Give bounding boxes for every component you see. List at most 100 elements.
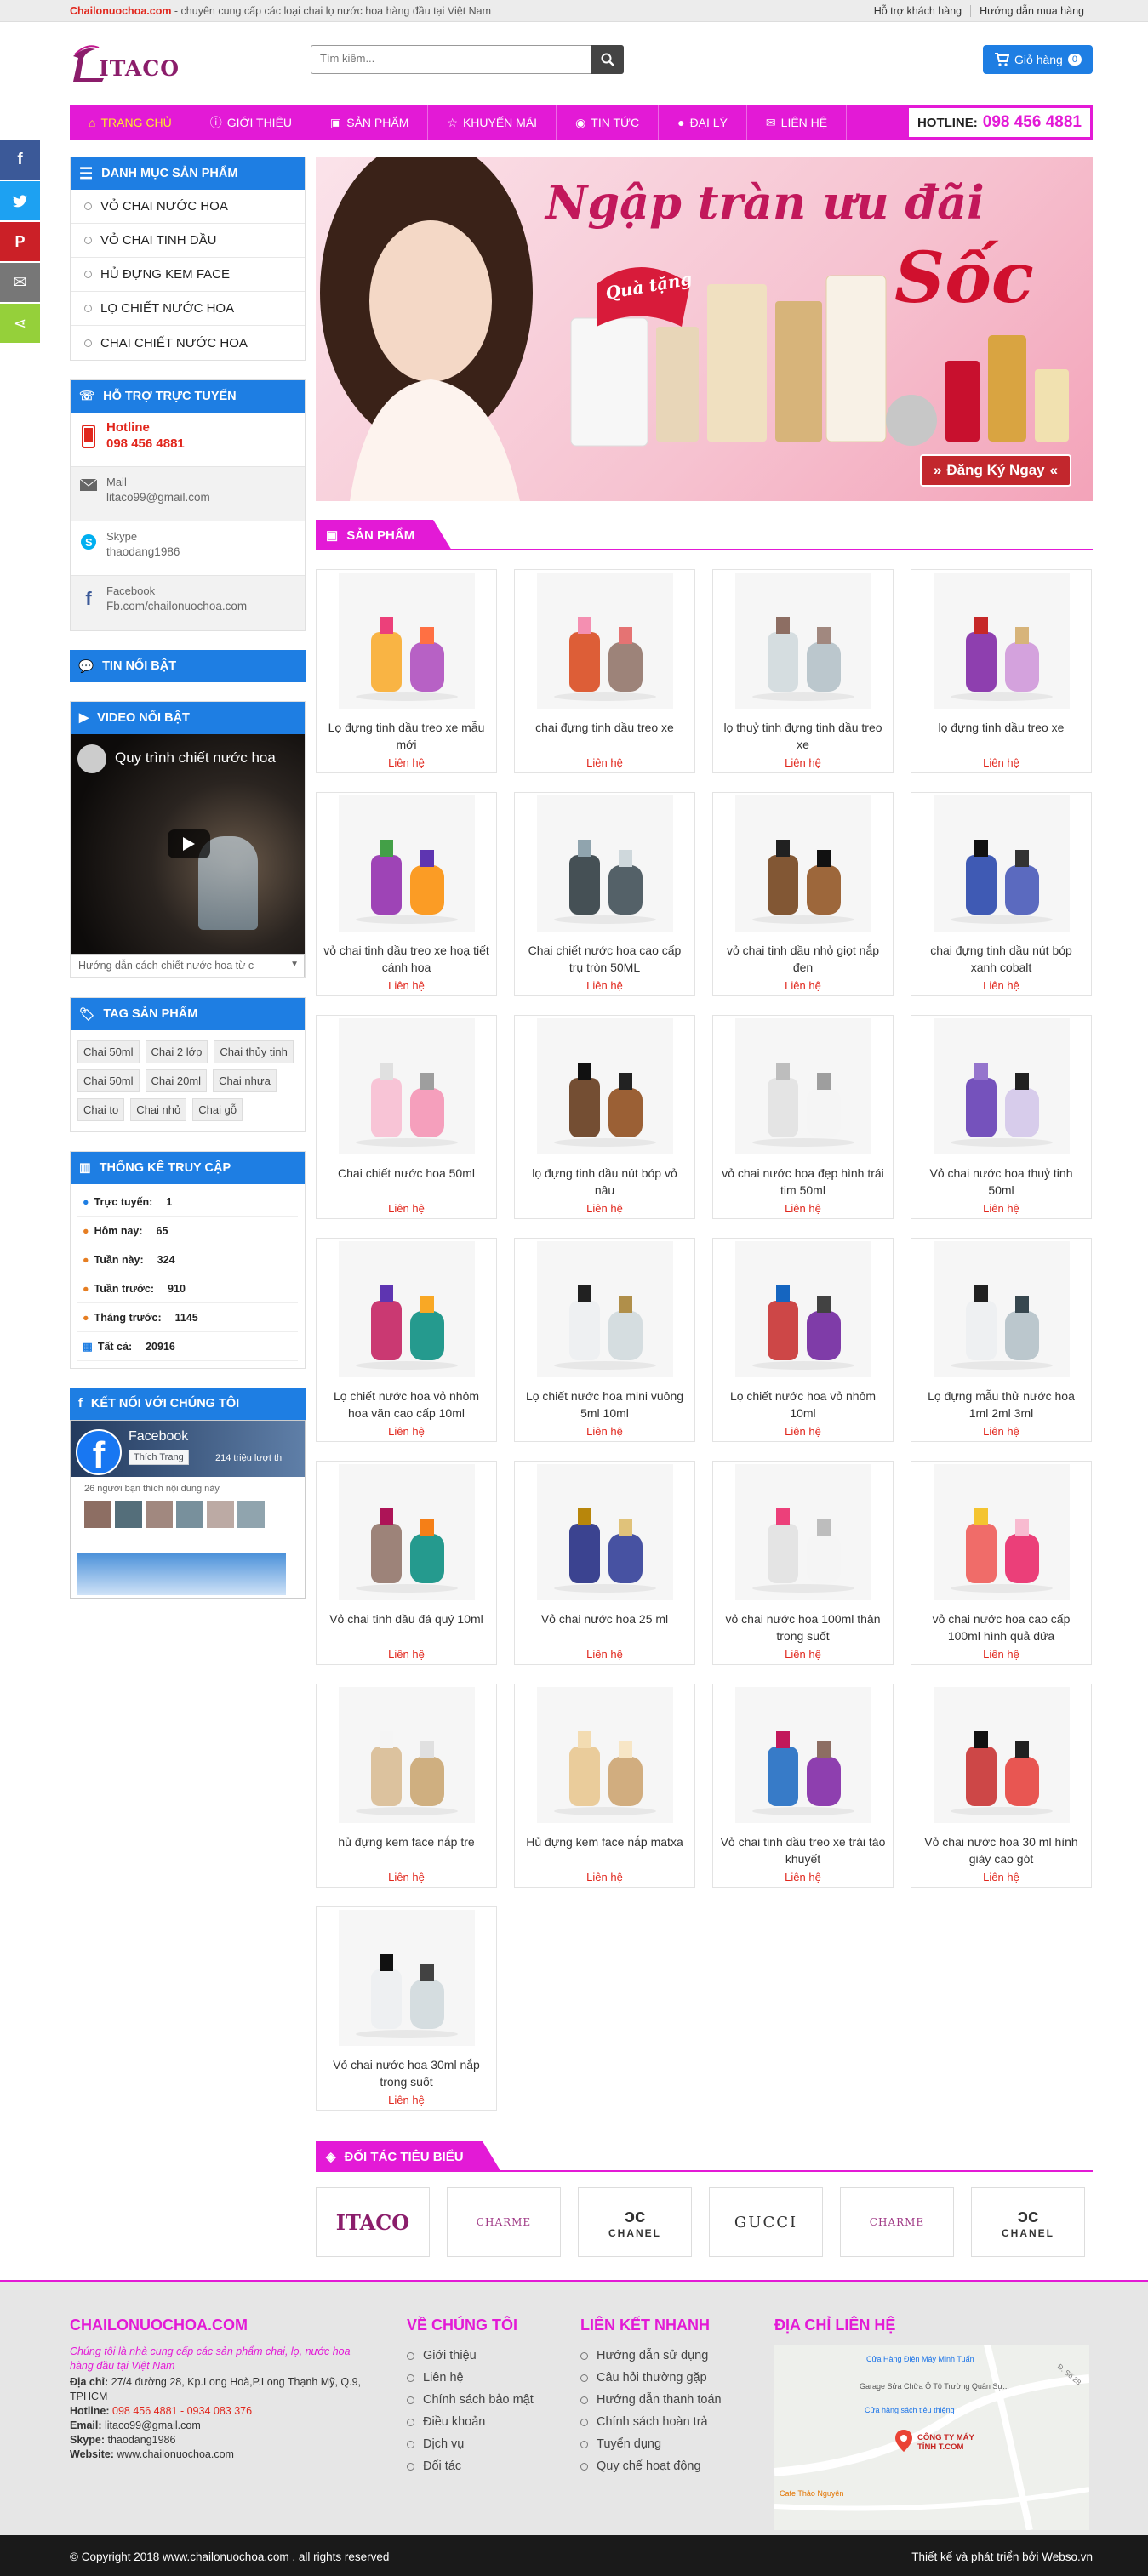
- footer-link[interactable]: Tuyển dụng: [580, 2433, 722, 2455]
- tag-chip[interactable]: Chai nhựa: [213, 1069, 277, 1092]
- product-name[interactable]: lọ đựng tinh dầu nút bóp vỏ nâu: [515, 1165, 694, 1199]
- product-image[interactable]: [933, 573, 1070, 709]
- category-item[interactable]: VỎ CHAI NƯỚC HOA: [71, 190, 305, 224]
- cart-button[interactable]: Giỏ hàng 0: [983, 45, 1093, 74]
- product-image[interactable]: [536, 1464, 673, 1600]
- footer-link[interactable]: Câu hỏi thường gặp: [580, 2367, 722, 2389]
- product-image[interactable]: [536, 1018, 673, 1154]
- product-card[interactable]: Chai chiết nước hoa cao cấp trụ tròn 50M…: [514, 792, 695, 996]
- footer-link[interactable]: Dịch vụ: [407, 2433, 534, 2455]
- support-link[interactable]: Hỗ trợ khách hàng: [865, 5, 970, 17]
- product-image[interactable]: [338, 1910, 475, 2046]
- footer-link[interactable]: Điều khoản: [407, 2411, 534, 2433]
- product-name[interactable]: lọ đựng tinh dầu treo xe: [911, 719, 1091, 753]
- product-name[interactable]: Vỏ chai nước hoa 25 ml: [515, 1610, 694, 1644]
- product-card[interactable]: vỏ chai tinh dầu treo xe hoạ tiết cánh h…: [316, 792, 497, 996]
- product-card[interactable]: Lọ chiết nước hoa vỏ nhôm 10ml Liên hệ: [712, 1238, 894, 1442]
- product-card[interactable]: chai đựng tinh dầu treo xe Liên hệ: [514, 569, 695, 773]
- email-share-button[interactable]: ✉: [0, 263, 40, 302]
- nav-products[interactable]: ▣ SẢN PHẨM: [311, 105, 429, 140]
- footer-link[interactable]: Chính sách hoàn trả: [580, 2411, 722, 2433]
- product-name[interactable]: Lọ đựng mẫu thử nước hoa 1ml 2ml 3ml: [911, 1388, 1091, 1422]
- product-name[interactable]: Chai chiết nước hoa cao cấp trụ tròn 50M…: [515, 942, 694, 976]
- site-logo[interactable]: ITACO: [70, 39, 179, 87]
- product-card[interactable]: chai đựng tinh dầu nút bóp xanh cobalt Li…: [911, 792, 1092, 996]
- product-name[interactable]: chai đựng tinh dầu treo xe: [515, 719, 694, 753]
- product-name[interactable]: Vỏ chai nước hoa 30 ml hình giày cao gót: [911, 1833, 1091, 1867]
- partner-logo-charme-2[interactable]: CHARME: [840, 2187, 954, 2257]
- product-image[interactable]: [734, 1241, 871, 1377]
- category-item[interactable]: CHAI CHIẾT NƯỚC HOA: [71, 326, 305, 360]
- product-image[interactable]: [933, 1687, 1070, 1823]
- category-item[interactable]: HỦ ĐỰNG KEM FACE: [71, 258, 305, 292]
- product-card[interactable]: Vỏ chai nước hoa 25 ml Liên hệ: [514, 1461, 695, 1665]
- product-card[interactable]: vỏ chai nước hoa 100ml thân trong suốt Li…: [712, 1461, 894, 1665]
- tag-chip[interactable]: Chai 50ml: [77, 1040, 140, 1063]
- nav-about[interactable]: ⓘ GIỚI THIỆU: [191, 105, 312, 140]
- product-name[interactable]: lọ thuỷ tinh đựng tinh dầu treo xe: [713, 719, 893, 753]
- nav-contact[interactable]: ✉ LIÊN HỆ: [747, 105, 848, 140]
- product-name[interactable]: Vỏ chai tinh dầu treo xe trái táo khuyết: [713, 1833, 893, 1867]
- footer-link[interactable]: Hướng dẫn sử dụng: [580, 2345, 722, 2367]
- footer-link[interactable]: Giới thiệu: [407, 2345, 534, 2367]
- nav-home[interactable]: ⌂ TRANG CHỦ: [70, 105, 191, 140]
- product-image[interactable]: [338, 1018, 475, 1154]
- play-button[interactable]: [168, 829, 210, 858]
- product-name[interactable]: Vỏ chai nước hoa thuỷ tinh 50ml: [911, 1165, 1091, 1199]
- partner-logo-chanel[interactable]: ↄc CHANEL: [578, 2187, 692, 2257]
- product-name[interactable]: hủ đựng kem face nắp tre: [317, 1833, 496, 1867]
- support-value[interactable]: 098 456 4881: [106, 436, 185, 451]
- product-card[interactable]: Hủ đựng kem face nắp matxa Liên hệ: [514, 1684, 695, 1888]
- product-image[interactable]: [338, 1464, 475, 1600]
- product-card[interactable]: vỏ chai nước hoa cao cấp 100ml hình quả …: [911, 1461, 1092, 1665]
- product-image[interactable]: [734, 1464, 871, 1600]
- product-name[interactable]: Vỏ chai tinh dầu đá quý 10ml: [317, 1610, 496, 1644]
- product-name[interactable]: Lọ chiết nước hoa vỏ nhôm hoa văn cao cấ…: [317, 1388, 496, 1422]
- product-image[interactable]: [734, 795, 871, 932]
- product-name[interactable]: vỏ chai tinh dầu treo xe hoạ tiết cánh h…: [317, 942, 496, 976]
- tag-chip[interactable]: Chai 2 lớp: [145, 1040, 208, 1063]
- product-card[interactable]: Lọ đựng mẫu thử nước hoa 1ml 2ml 3ml Liên…: [911, 1238, 1092, 1442]
- product-image[interactable]: [338, 1241, 475, 1377]
- search-input[interactable]: [320, 52, 575, 65]
- product-image[interactable]: [338, 1687, 475, 1823]
- product-card[interactable]: lọ đựng tinh dầu treo xe Liên hệ: [911, 569, 1092, 773]
- support-value[interactable]: thaodang1986: [106, 545, 180, 558]
- product-image[interactable]: [734, 573, 871, 709]
- product-card[interactable]: lọ thuỷ tinh đựng tinh dầu treo xe Liên h…: [712, 569, 894, 773]
- product-name[interactable]: vỏ chai tinh dầu nhỏ giọt nắp đen: [713, 942, 893, 976]
- product-name[interactable]: Lọ đựng tinh dầu treo xe mẫu mới: [317, 719, 496, 753]
- footer-link[interactable]: Chính sách bảo mật: [407, 2389, 534, 2411]
- partner-logo-gucci[interactable]: GUCCI: [709, 2187, 823, 2257]
- product-card[interactable]: Vỏ chai nước hoa 30 ml hình giày cao gót…: [911, 1684, 1092, 1888]
- product-card[interactable]: Lọ chiết nước hoa vỏ nhôm hoa văn cao cấ…: [316, 1238, 497, 1442]
- product-card[interactable]: Chai chiết nước hoa 50ml Liên hệ: [316, 1015, 497, 1219]
- product-card[interactable]: hủ đựng kem face nắp tre Liên hệ: [316, 1684, 497, 1888]
- product-card[interactable]: Vỏ chai tinh dầu đá quý 10ml Liên hệ: [316, 1461, 497, 1665]
- product-image[interactable]: [338, 573, 475, 709]
- support-value[interactable]: litaco99@gmail.com: [106, 491, 210, 504]
- product-image[interactable]: [734, 1687, 871, 1823]
- product-name[interactable]: Lọ chiết nước hoa vỏ nhôm 10ml: [713, 1388, 893, 1422]
- product-card[interactable]: lọ đựng tinh dầu nút bóp vỏ nâu Liên hệ: [514, 1015, 695, 1219]
- facebook-share-button[interactable]: f: [0, 140, 40, 180]
- product-image[interactable]: [933, 1018, 1070, 1154]
- product-name[interactable]: chai đựng tinh dầu nút bóp xanh cobalt: [911, 942, 1091, 976]
- product-name[interactable]: Hủ đựng kem face nắp matxa: [515, 1833, 694, 1867]
- partner-logo-litaco[interactable]: ITACO: [316, 2187, 430, 2257]
- video-select[interactable]: Hướng dẫn cách chiết nước hoa từ c ▼: [71, 954, 305, 977]
- product-name[interactable]: Lọ chiết nước hoa mini vuông 5ml 10ml: [515, 1388, 694, 1422]
- product-card[interactable]: Vỏ chai nước hoa 30ml nắp trong suốt Liên…: [316, 1906, 497, 2111]
- product-image[interactable]: [536, 1241, 673, 1377]
- search-button[interactable]: [591, 45, 624, 74]
- partner-logo-charme[interactable]: CHARME: [447, 2187, 561, 2257]
- nav-agents[interactable]: ● ĐẠI LÝ: [659, 105, 747, 140]
- footer-link[interactable]: Liên hệ: [407, 2367, 534, 2389]
- product-card[interactable]: vỏ chai nước hoa đẹp hình trái tim 50ml L…: [712, 1015, 894, 1219]
- product-image[interactable]: [536, 795, 673, 932]
- product-image[interactable]: [536, 573, 673, 709]
- product-card[interactable]: Vỏ chai nước hoa thuỷ tinh 50ml Liên hệ: [911, 1015, 1092, 1219]
- product-image[interactable]: [933, 795, 1070, 932]
- product-card[interactable]: Lọ đựng tinh dầu treo xe mẫu mới Liên hệ: [316, 569, 497, 773]
- product-name[interactable]: vỏ chai nước hoa cao cấp 100ml hình quả …: [911, 1610, 1091, 1644]
